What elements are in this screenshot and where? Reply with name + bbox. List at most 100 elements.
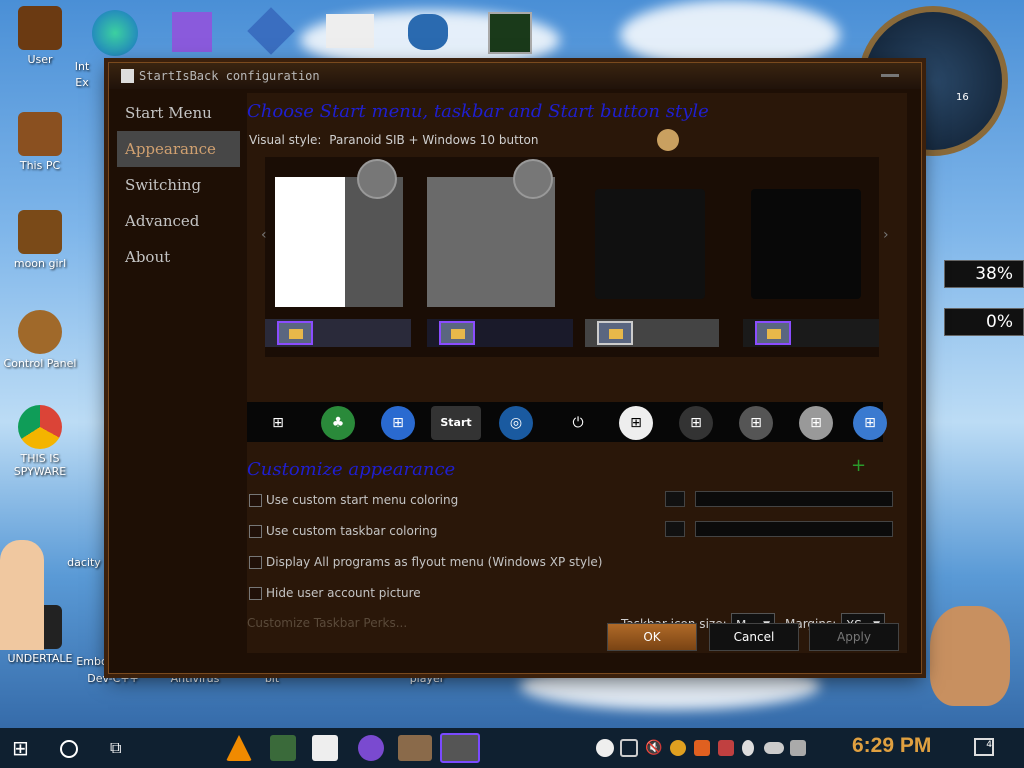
edge-icon[interactable]	[92, 10, 138, 56]
white-orb[interactable]: ⊞	[619, 406, 653, 440]
nav-appearance[interactable]: Appearance	[117, 131, 240, 167]
clover-orb[interactable]: ♣	[321, 406, 355, 440]
apply-button[interactable]: Apply	[809, 623, 899, 651]
startisback-taskbar-icon[interactable]	[440, 733, 480, 763]
option-label: Use custom start menu coloring	[266, 493, 459, 507]
windows7-orb[interactable]: ⊞	[381, 406, 415, 440]
computer-icon	[18, 112, 62, 156]
start-color-slider[interactable]	[695, 491, 893, 507]
nav-about[interactable]: About	[117, 239, 240, 275]
windows10-orb[interactable]: ⊞	[261, 406, 295, 440]
cartoon-person	[0, 540, 44, 650]
appearance-panel: Choose Start menu, taskbar and Start but…	[247, 93, 907, 653]
desktop-icon-label: THIS IS SPYWARE	[13, 452, 67, 478]
tray-icon-2[interactable]	[718, 740, 734, 756]
grey-orb[interactable]: ⊞	[739, 406, 773, 440]
tray-icon[interactable]	[596, 739, 614, 757]
image-taskbar-icon[interactable]	[398, 735, 432, 761]
notification-icon[interactable]: 4	[974, 738, 994, 756]
desktop-icon-moon-girl[interactable]: moon girl	[0, 210, 80, 270]
heading-customize: Customize appearance	[247, 459, 456, 480]
checkbox[interactable]	[249, 493, 262, 507]
option-hide-user-picture[interactable]: Hide user account picture	[249, 586, 421, 600]
nav-advanced[interactable]: Advanced	[117, 203, 240, 239]
chrome-icon	[18, 405, 62, 449]
computer-taskbar-icon[interactable]	[270, 735, 296, 761]
network-icon[interactable]	[620, 739, 638, 757]
option-custom-taskbar-coloring[interactable]: Use custom taskbar coloring	[249, 524, 437, 538]
lamp-icon	[18, 310, 62, 354]
gauge-cpu: 38%	[944, 260, 1024, 288]
taskbar-style-2[interactable]	[427, 319, 573, 347]
scroll-left-icon[interactable]: ‹	[261, 227, 267, 243]
scroll-right-icon[interactable]: ›	[883, 227, 889, 243]
virtualbox-icon[interactable]	[247, 7, 295, 55]
taskbar-style-4[interactable]	[743, 319, 879, 347]
hxd-icon[interactable]	[326, 14, 374, 48]
bonzi-icon[interactable]	[358, 735, 384, 761]
search-circle-icon[interactable]	[60, 740, 78, 758]
task-view-icon[interactable]: ⧉	[110, 735, 136, 761]
cancel-button[interactable]: Cancel	[709, 623, 799, 651]
folder-icon	[597, 321, 633, 345]
nav-start-menu[interactable]: Start Menu	[117, 95, 240, 131]
partial-label: Int	[74, 60, 90, 73]
xp-start-button[interactable]: Start	[431, 406, 481, 440]
option-custom-start-coloring[interactable]: Use custom start menu coloring	[249, 493, 458, 507]
drop-icon[interactable]	[742, 740, 754, 756]
style-gallery: ‹ ›	[261, 157, 889, 357]
gear-orb[interactable]: ◎	[499, 406, 533, 440]
taskbar-style-3[interactable]	[585, 319, 719, 347]
desktop-icon-label: moon girl	[13, 257, 67, 270]
taskbar-color-swatch[interactable]	[665, 521, 685, 537]
desktop-icon-this-pc[interactable]: This PC	[0, 112, 80, 172]
taskbar: ⊞ ⧉ 🔇 6:29 PM 4	[0, 728, 1024, 768]
desktop-icon-user[interactable]: User	[0, 6, 80, 66]
nav-switching[interactable]: Switching	[117, 167, 240, 203]
checkbox[interactable]	[249, 524, 262, 538]
startisback-window: StartIsBack configuration Start Menu App…	[108, 62, 922, 674]
dark-orb[interactable]: ⊞	[679, 406, 713, 440]
checkbox[interactable]	[249, 586, 262, 600]
clock-time[interactable]: 6:29 PM	[852, 734, 931, 758]
desktop-icon-label: Control Panel	[3, 357, 77, 370]
spy-icon[interactable]	[408, 14, 448, 50]
tray-icon-3[interactable]	[790, 740, 806, 756]
start-color-swatch[interactable]	[665, 491, 685, 507]
cloud-icon[interactable]	[764, 742, 784, 754]
power-orb[interactable]: ⏻	[561, 406, 595, 440]
windows-start-icon[interactable]: ⊞	[12, 735, 38, 761]
key-icon[interactable]	[670, 740, 686, 756]
checkbox[interactable]	[249, 555, 262, 569]
folder-icon	[755, 321, 791, 345]
notification-count: 4	[986, 740, 992, 750]
blue-orb[interactable]: ⊞	[853, 406, 887, 440]
visual-style-label: Visual style:	[249, 133, 322, 147]
start-style-2[interactable]	[427, 159, 555, 307]
vs-icon[interactable]	[172, 12, 212, 52]
clock-number: 16	[956, 92, 969, 103]
add-icon[interactable]: +	[851, 455, 866, 476]
title-bar[interactable]: StartIsBack configuration	[109, 63, 921, 89]
minimize-icon[interactable]	[881, 74, 899, 77]
user-folder-icon	[18, 6, 62, 50]
option-flyout-menu[interactable]: Display All programs as flyout menu (Win…	[249, 555, 602, 569]
app-tray-icon[interactable]	[694, 740, 710, 756]
option-label: Use custom taskbar coloring	[266, 524, 438, 538]
desktop-icon-label: User	[27, 53, 53, 66]
customize-perks-link[interactable]: Customize Taskbar Perks...	[247, 616, 407, 630]
volume-icon[interactable]: 🔇	[645, 739, 663, 757]
cat-icon[interactable]	[312, 735, 338, 761]
start-style-3[interactable]	[595, 189, 705, 299]
desktop-icon-control-panel[interactable]: Control Panel	[0, 310, 80, 370]
taskbar-color-slider[interactable]	[695, 521, 893, 537]
start-style-1[interactable]	[275, 159, 403, 307]
silver-orb[interactable]: ⊞	[799, 406, 833, 440]
desktop-icon-chrome[interactable]: THIS IS SPYWARE	[0, 405, 80, 478]
ok-button[interactable]: OK	[607, 623, 697, 651]
monitor-icon[interactable]	[488, 12, 532, 54]
vlc-icon[interactable]	[226, 735, 252, 761]
taskbar-style-1[interactable]	[265, 319, 411, 347]
start-style-4[interactable]	[751, 189, 861, 299]
partial-label: Embo	[76, 655, 108, 668]
